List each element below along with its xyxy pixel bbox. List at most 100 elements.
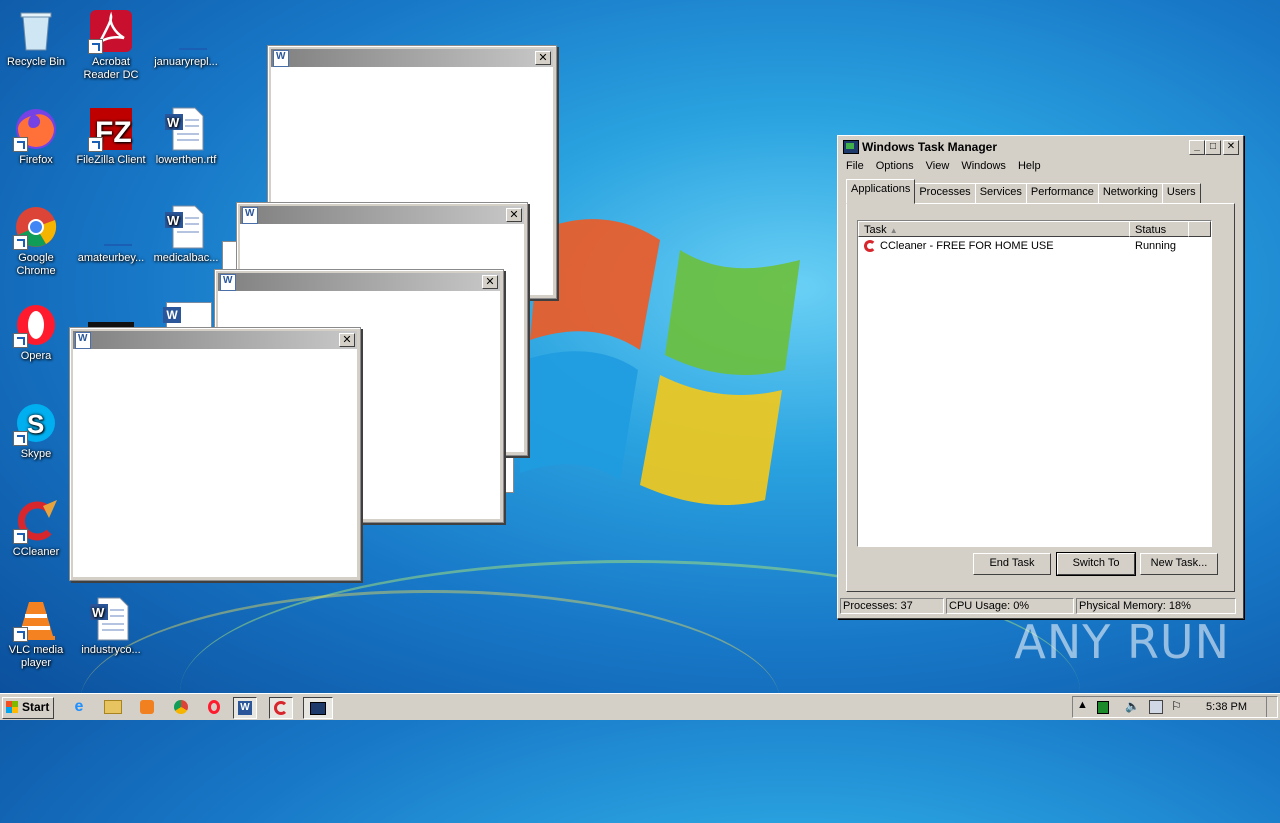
desktop-icon-vlc[interactable]: VLC media player: [0, 596, 74, 670]
taskbar: Start e W ▲ 🔈 ⚐ 5:38 PM: [0, 693, 1280, 720]
desktop-icon-label: amateurbey...: [77, 252, 145, 264]
desktop-icon-acrobat[interactable]: Acrobat Reader DC: [73, 8, 149, 82]
tab-users[interactable]: Users: [1161, 183, 1201, 204]
tab-applications[interactable]: Applications: [846, 179, 916, 204]
window-titlebar[interactable]: ✕: [73, 331, 357, 349]
tab-networking[interactable]: Networking: [1097, 183, 1163, 204]
window-titlebar[interactable]: ✕: [240, 206, 524, 224]
document-icon: [104, 244, 132, 246]
desktop-icon-label: Firefox: [19, 154, 53, 166]
desktop-icon-label: Google Chrome: [16, 252, 56, 277]
close-button[interactable]: ✕: [506, 208, 522, 222]
menu-options[interactable]: Options: [870, 158, 920, 176]
desktop-icon-ccleaner[interactable]: CCleaner: [0, 498, 74, 559]
tab-performance[interactable]: Performance: [1025, 183, 1099, 204]
opera-taskbar-icon[interactable]: [203, 697, 225, 717]
desktop-icon-amateurbey[interactable]: amateurbey...: [73, 204, 149, 265]
menu-help[interactable]: Help: [1012, 158, 1047, 176]
tray-expand-icon[interactable]: ▲: [1077, 699, 1088, 711]
explorer-folder-icon[interactable]: [102, 697, 124, 717]
desktop-icon-label: Opera: [20, 350, 52, 362]
status-bar: Processes: 37 CPU Usage: 0% Physical Mem…: [840, 598, 1241, 616]
clock[interactable]: 5:38 PM: [1206, 701, 1247, 713]
desktop-icon-label: FileZilla Client: [76, 154, 146, 166]
window-body: [73, 349, 357, 577]
close-button[interactable]: ✕: [482, 275, 498, 289]
task-manager-taskbar-icon[interactable]: [303, 697, 333, 719]
desktop-icon-label: lowerthen.rtf: [155, 154, 217, 166]
anyrun-watermark: ANY RUN: [1014, 615, 1230, 669]
ccleaner-taskbar-icon[interactable]: [269, 697, 293, 719]
word-document-icon: W: [90, 597, 129, 641]
svg-text:W: W: [92, 605, 105, 620]
word-icon: [242, 207, 258, 224]
desktop-icon-firefox[interactable]: Firefox: [0, 106, 74, 167]
menu-file[interactable]: File: [840, 158, 870, 176]
shortcut-arrow-icon: [88, 39, 103, 54]
shortcut-arrow-icon: [13, 333, 28, 348]
desktop-icon-opera[interactable]: Opera: [0, 302, 74, 363]
speaker-icon[interactable]: 🔈: [1125, 699, 1140, 713]
window-titlebar[interactable]: ✕: [218, 273, 500, 291]
shortcut-arrow-icon: [13, 235, 28, 250]
desktop-icon-label: Acrobat Reader DC: [83, 56, 139, 81]
column-header-spacer: [1188, 221, 1211, 237]
desktop-icon-industryco[interactable]: W industryco...: [73, 596, 149, 657]
desktop-icon-chrome[interactable]: Google Chrome: [0, 204, 74, 278]
column-header-task[interactable]: Task ▲: [858, 221, 1130, 237]
status-processes: Processes: 37: [840, 598, 944, 614]
media-player-icon[interactable]: [136, 697, 158, 717]
close-button[interactable]: ✕: [1223, 140, 1239, 155]
network-icon[interactable]: [1149, 700, 1163, 714]
desktop-icon-skype[interactable]: S Skype: [0, 400, 74, 461]
task-name: CCleaner - FREE FOR HOME USE: [880, 240, 1054, 252]
desktop-icon-filezilla[interactable]: FZ FileZilla Client: [73, 106, 149, 167]
table-row[interactable]: CCleaner - FREE FOR HOME USE Running: [862, 239, 1207, 255]
menu-windows[interactable]: Windows: [955, 158, 1012, 176]
word-icon: [75, 332, 91, 349]
desktop-icon-label: industryco...: [81, 644, 141, 656]
tab-processes[interactable]: Processes: [914, 183, 976, 204]
tray-app-icon[interactable]: [1097, 701, 1109, 714]
close-button[interactable]: ✕: [339, 333, 355, 347]
desktop-icon-recycle-bin[interactable]: Recycle Bin: [0, 8, 74, 69]
desktop-icon-label: medicalbac...: [153, 252, 219, 264]
desktop-icon-medicalbac[interactable]: W medicalbac...: [148, 204, 224, 265]
new-task-button[interactable]: New Task...: [1140, 553, 1218, 575]
action-center-flag-icon[interactable]: ⚐: [1171, 699, 1182, 713]
desktop-icon-lowerthen[interactable]: W lowerthen.rtf: [148, 106, 224, 167]
blank-window[interactable]: ✕: [69, 327, 361, 581]
word-document-icon: W: [165, 107, 204, 151]
task-manager-icon: [843, 140, 859, 154]
desktop-icon-januaryrepl[interactable]: januaryrepl...: [148, 8, 224, 69]
tab-strip: Applications Processes Services Performa…: [846, 179, 1201, 204]
start-label: Start: [22, 700, 50, 714]
column-header-status[interactable]: Status: [1129, 221, 1189, 237]
word-document-icon: W: [163, 302, 212, 330]
shortcut-arrow-icon: [88, 137, 103, 152]
shortcut-arrow-icon: [13, 627, 28, 642]
switch-to-button[interactable]: Switch To: [1056, 552, 1136, 576]
close-button[interactable]: ✕: [535, 51, 551, 65]
shortcut-arrow-icon: [13, 431, 28, 446]
task-manager-titlebar[interactable]: Windows Task Manager _ □ ✕: [840, 138, 1241, 156]
maximize-button[interactable]: □: [1205, 140, 1221, 155]
minimize-button[interactable]: _: [1189, 140, 1205, 155]
desktop-icon-label: Recycle Bin: [6, 56, 66, 68]
status-cpu: CPU Usage: 0%: [946, 598, 1074, 614]
task-manager-window[interactable]: Windows Task Manager _ □ ✕ File Options …: [837, 135, 1244, 619]
ie-icon[interactable]: e: [68, 697, 90, 717]
document-icon: [179, 48, 207, 50]
window-titlebar[interactable]: ✕: [271, 49, 553, 67]
menu-bar: File Options View Windows Help: [840, 158, 1047, 176]
menu-view[interactable]: View: [920, 158, 956, 176]
chrome-taskbar-icon[interactable]: [170, 697, 192, 717]
word-taskbar-icon[interactable]: W: [233, 697, 257, 719]
task-list[interactable]: Task ▲ Status CCleaner - FREE FOR HOME U…: [857, 220, 1212, 547]
desktop-icon-label: CCleaner: [12, 546, 60, 558]
tab-services[interactable]: Services: [974, 183, 1027, 204]
end-task-button[interactable]: End Task: [973, 553, 1051, 575]
windows-flag-wallpaper: [520, 219, 800, 505]
start-button[interactable]: Start: [2, 697, 54, 719]
show-desktop-button[interactable]: [1266, 697, 1277, 717]
